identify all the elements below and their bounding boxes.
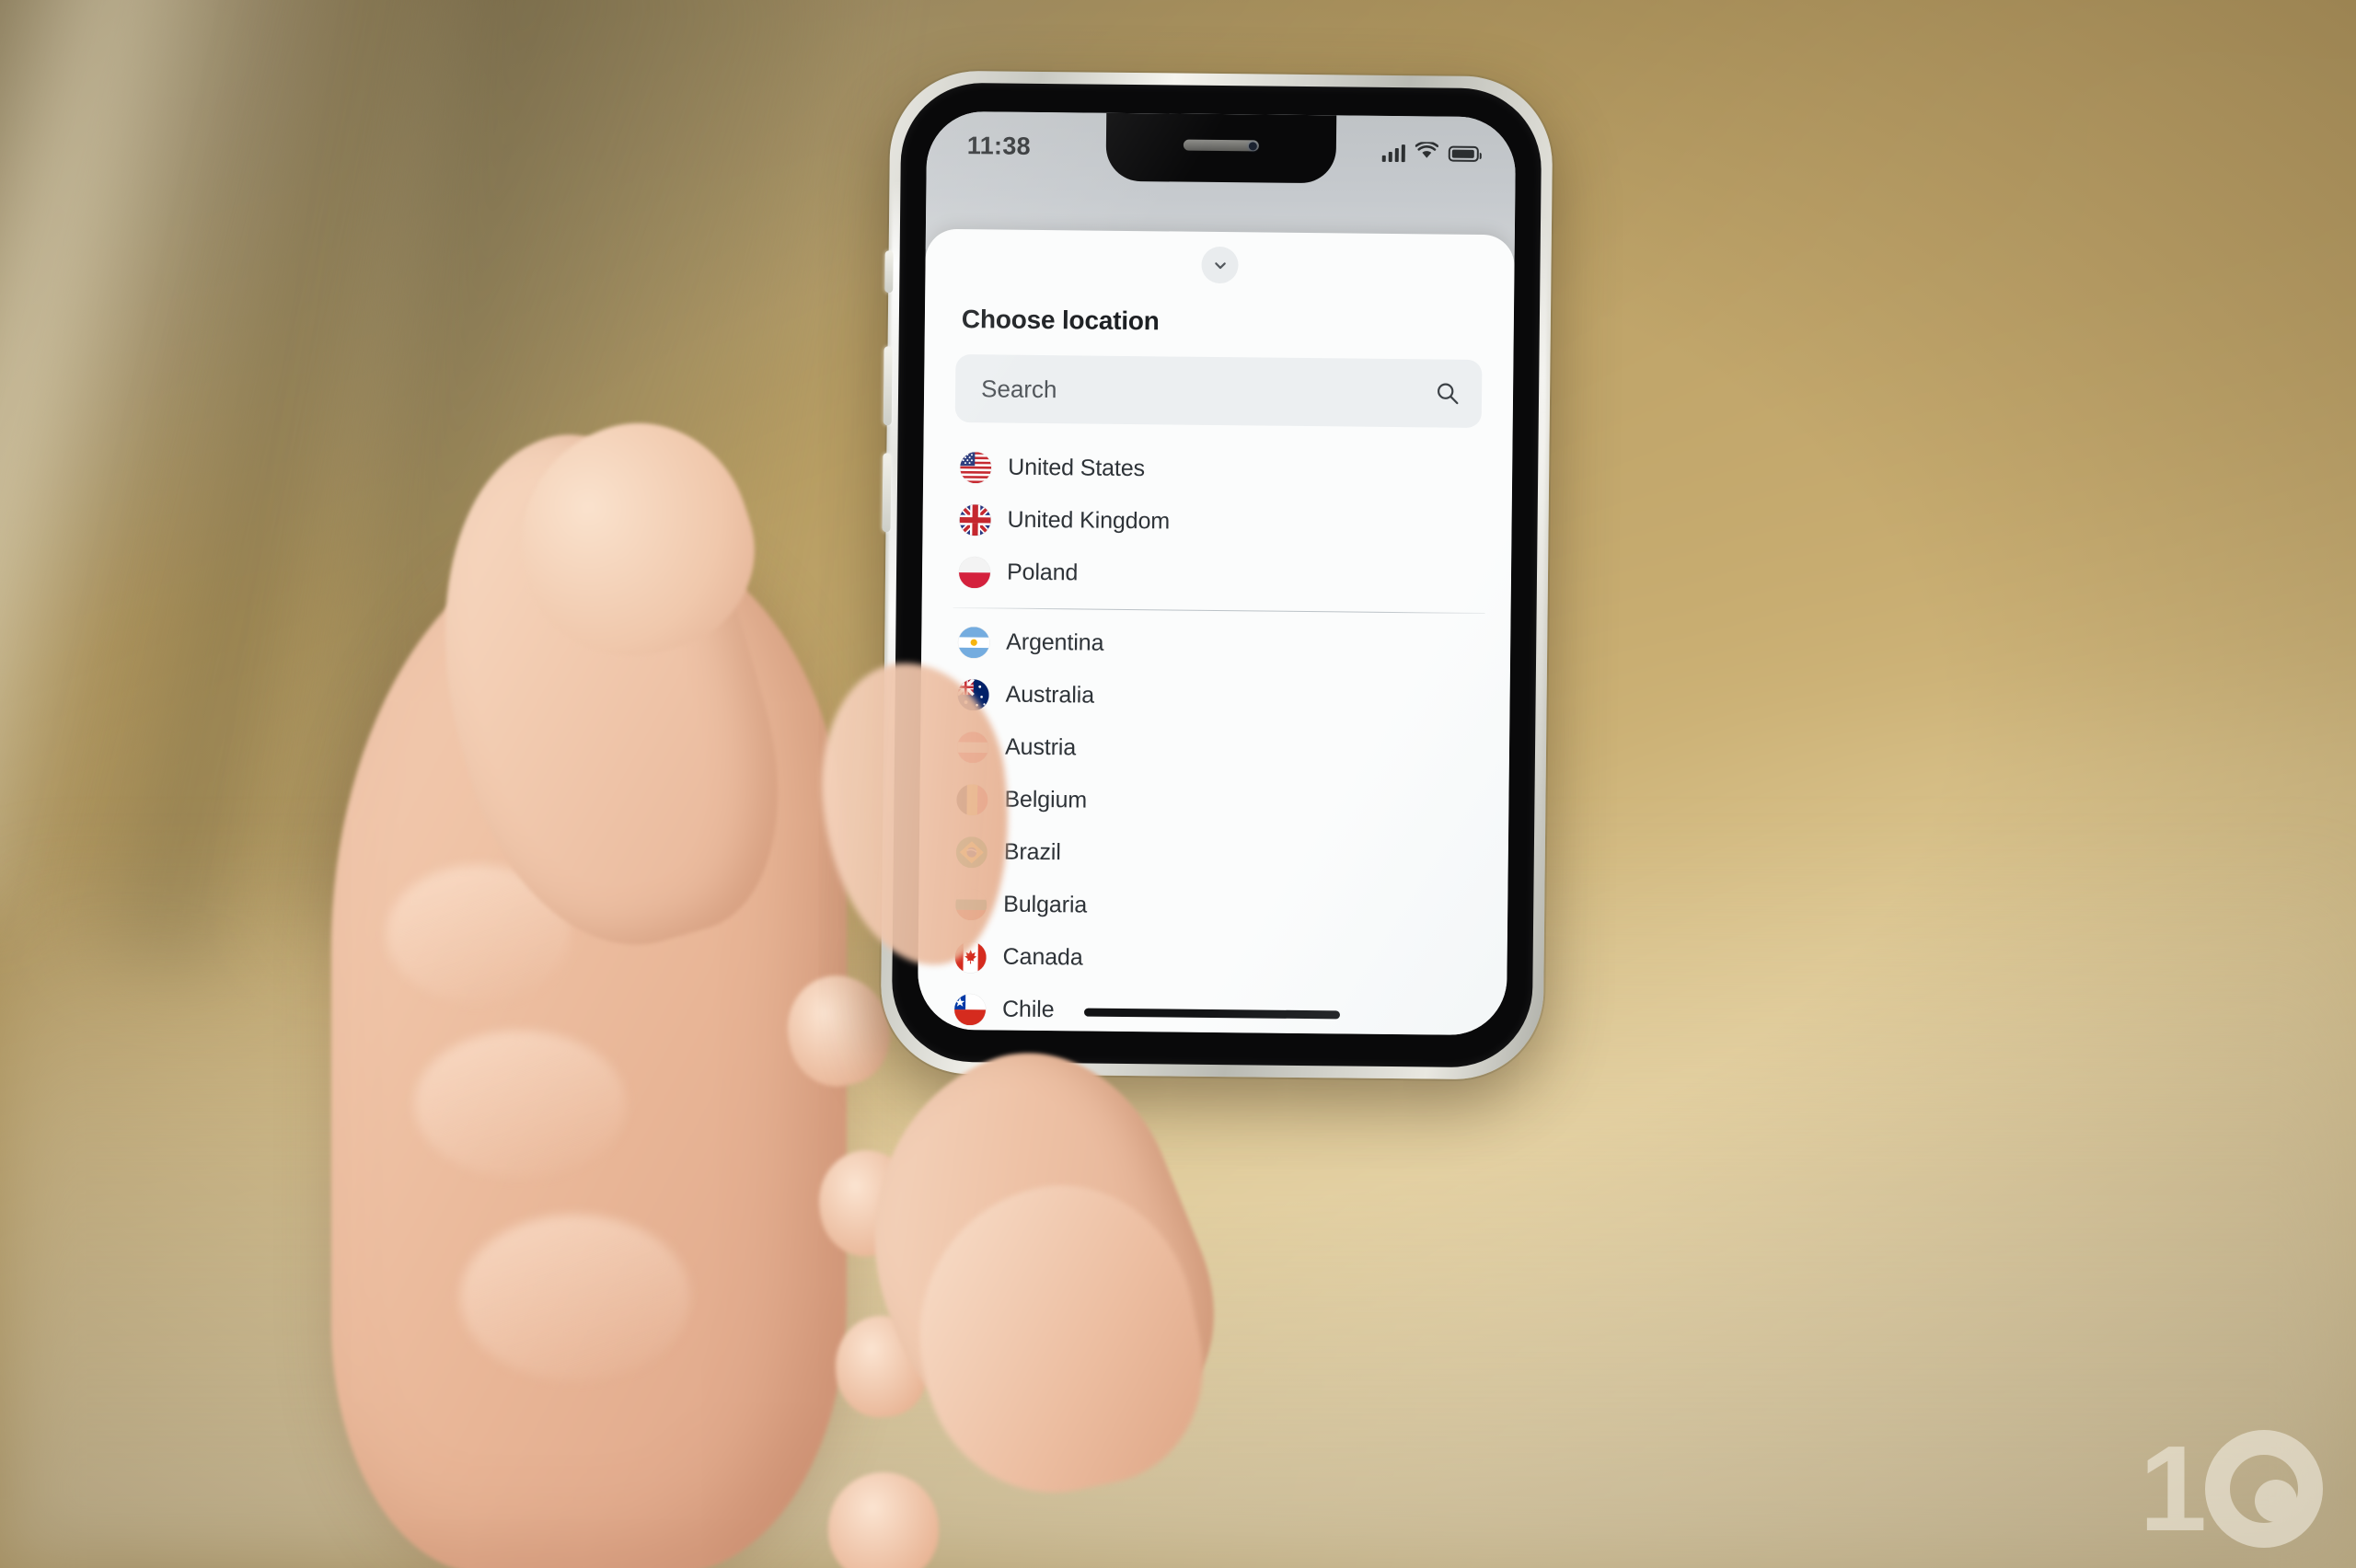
- o-ring-logo-icon: [2205, 1430, 2323, 1548]
- phone-screen: 11:38 Choose location Search United Stat…: [917, 110, 1517, 1036]
- search-input[interactable]: [954, 354, 1483, 429]
- list-group-divider: [953, 607, 1485, 615]
- page-title: Choose location: [961, 305, 1160, 336]
- list-item[interactable]: Belgium: [919, 773, 1509, 832]
- battery-full-icon: [1448, 145, 1479, 162]
- location-name: Belgium: [1004, 786, 1088, 813]
- location-name: Canada: [1002, 943, 1083, 971]
- location-name: United States: [1008, 454, 1146, 482]
- location-name: Bulgaria: [1003, 891, 1088, 918]
- cellular-signal-icon: [1381, 144, 1405, 162]
- list-item[interactable]: Bulgaria: [918, 878, 1508, 937]
- flag-icon-ar: [958, 626, 990, 658]
- location-name: Brazil: [1003, 838, 1061, 866]
- flag-icon-pl: [958, 556, 991, 588]
- wifi-icon: [1415, 141, 1439, 164]
- watermark-digit: 1: [2139, 1421, 2207, 1557]
- recent-locations-group: United States United Kingdom Poland: [922, 441, 1513, 605]
- location-name: United Kingdom: [1007, 506, 1171, 535]
- status-bar-icons: [1381, 141, 1479, 165]
- list-item[interactable]: United Kingdom: [922, 493, 1512, 552]
- list-item[interactable]: Austria: [920, 721, 1510, 779]
- list-item[interactable]: Australia: [920, 668, 1510, 727]
- front-camera: [1248, 142, 1257, 151]
- list-item[interactable]: United States: [923, 441, 1513, 500]
- mute-switch[interactable]: [884, 250, 894, 294]
- location-name: Chile: [1001, 996, 1055, 1023]
- location-name: Austria: [1004, 733, 1077, 761]
- knuckle: [414, 1031, 626, 1178]
- list-item[interactable]: Poland: [922, 546, 1512, 605]
- list-item[interactable]: Brazil: [919, 825, 1509, 884]
- location-name: Australia: [1005, 681, 1095, 709]
- flag-icon-us: [960, 451, 992, 483]
- volume-down-button[interactable]: [882, 453, 892, 533]
- status-bar-clock: 11:38: [966, 132, 1032, 160]
- search-container: [954, 354, 1483, 429]
- list-item[interactable]: Canada: [918, 930, 1507, 989]
- choose-location-sheet: Choose location Search United States Uni…: [917, 228, 1515, 1036]
- logo-inner-dot: [2255, 1480, 2297, 1522]
- display-notch: [1105, 112, 1337, 184]
- flag-icon-cl: [953, 993, 987, 1025]
- earpiece-speaker: [1183, 139, 1259, 152]
- location-name: Poland: [1006, 559, 1079, 586]
- volume-up-button[interactable]: [883, 346, 893, 426]
- list-item[interactable]: Argentina: [921, 616, 1511, 674]
- flag-icon-gb: [959, 503, 991, 536]
- fingertip: [828, 1472, 939, 1568]
- sheet-dismiss-button[interactable]: [1201, 246, 1239, 284]
- watermark-logo: 1: [2139, 1421, 2323, 1557]
- location-name: Argentina: [1006, 628, 1104, 656]
- location-list: United States United Kingdom Poland Arge…: [918, 441, 1513, 1036]
- knuckle: [460, 1215, 690, 1380]
- chevron-down-icon: [1214, 261, 1226, 269]
